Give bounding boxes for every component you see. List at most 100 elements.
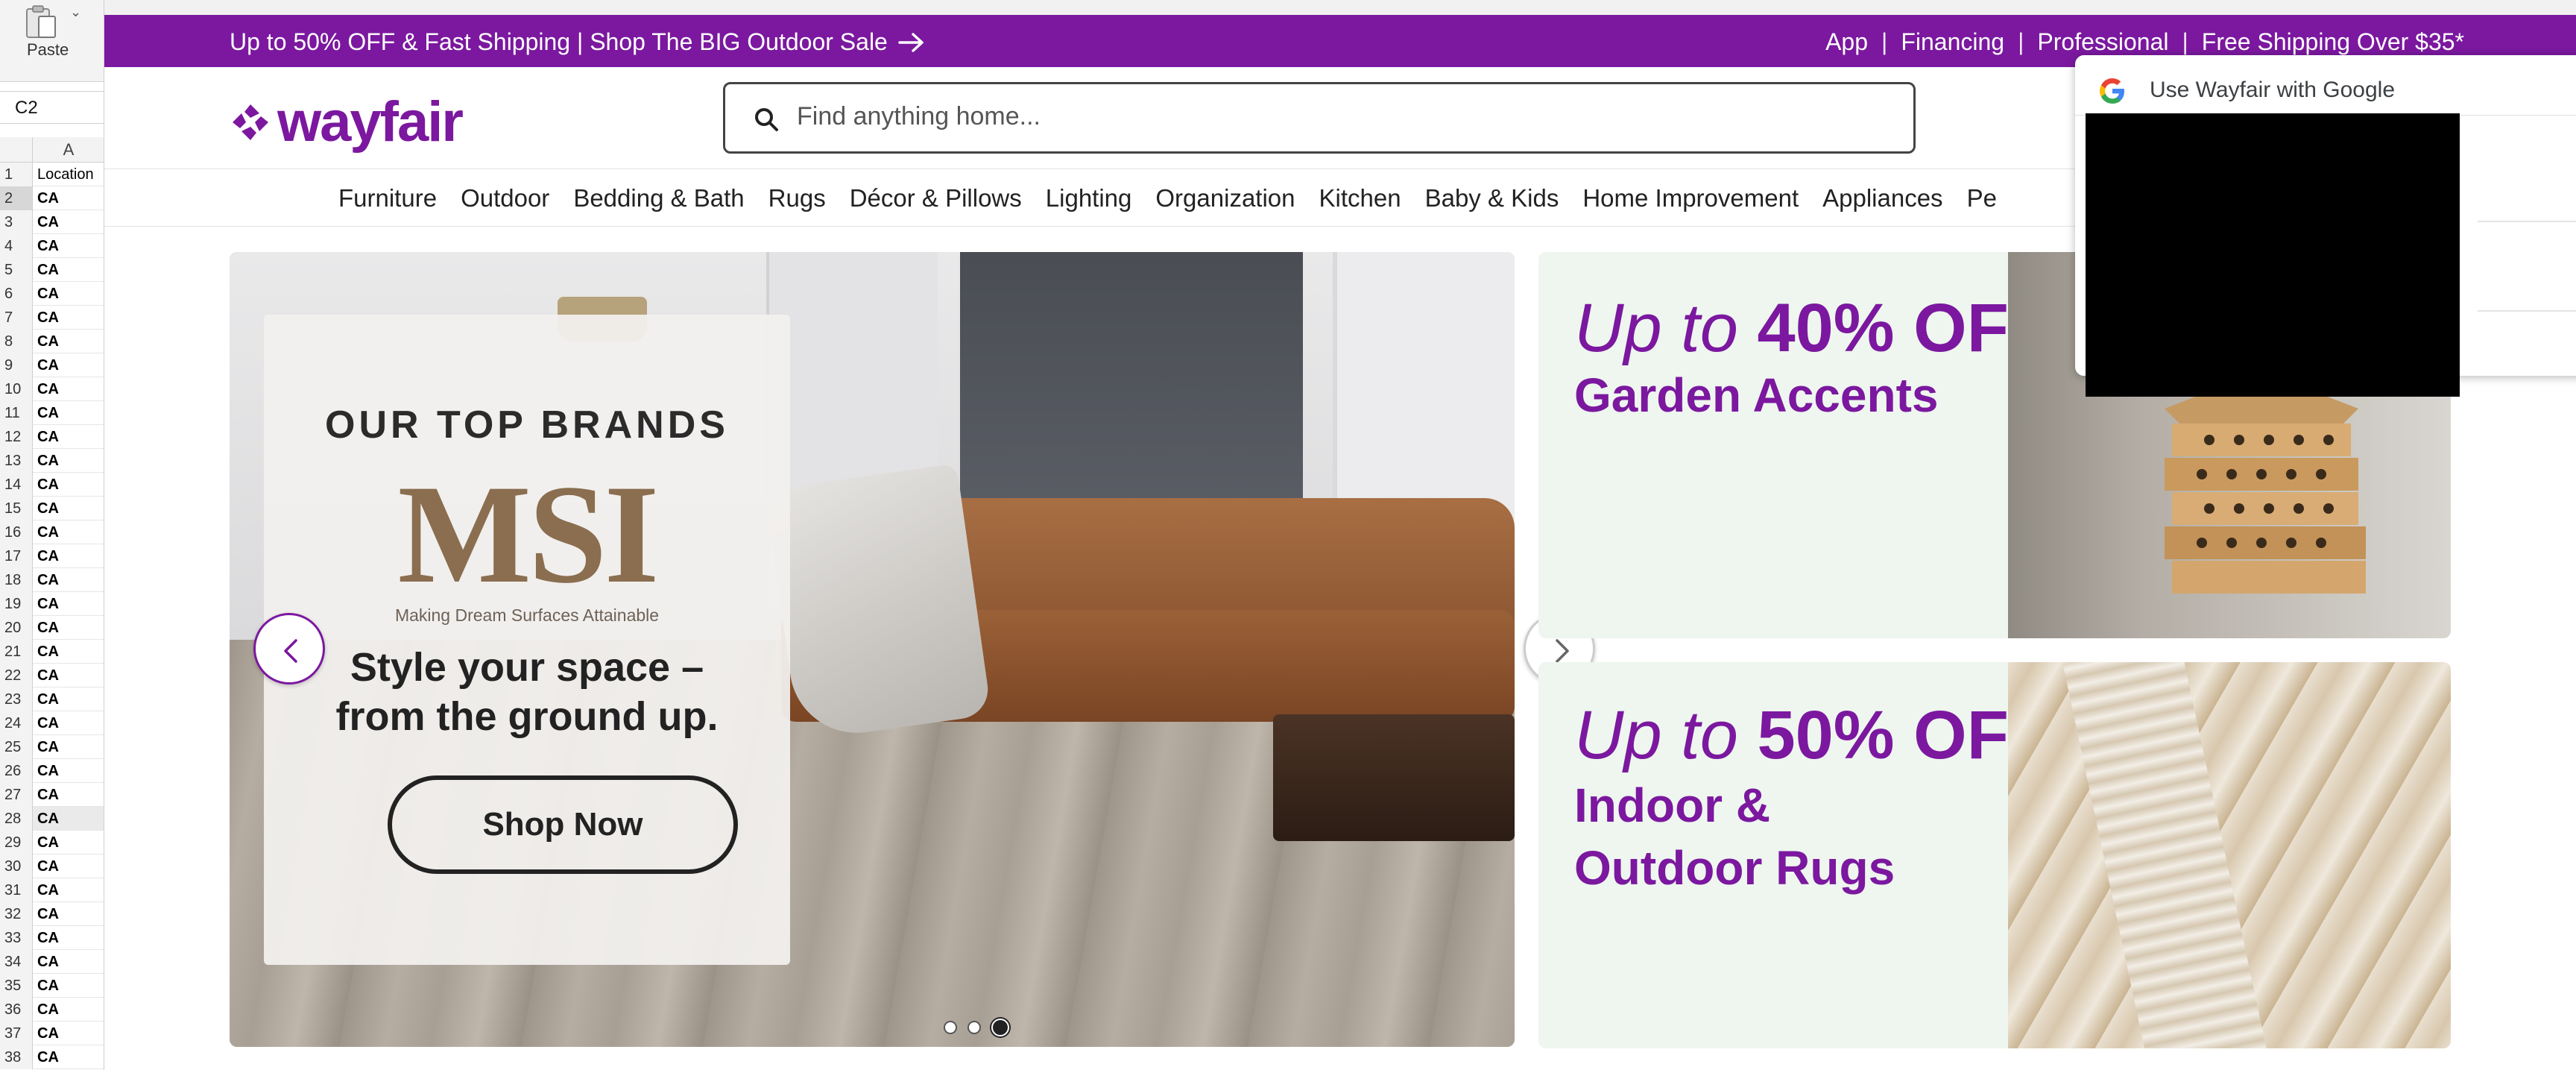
table-row[interactable]: 12 CA xyxy=(0,425,104,449)
row-number[interactable]: 8 xyxy=(0,330,33,353)
row-number[interactable]: 4 xyxy=(0,234,33,258)
cell-value[interactable]: CA xyxy=(37,855,59,878)
row-number[interactable]: 17 xyxy=(0,544,33,568)
row-number[interactable]: 28 xyxy=(0,807,33,831)
nav-item-home-improvement[interactable]: Home Improvement xyxy=(1582,184,1799,213)
column-header-a[interactable]: A xyxy=(33,140,104,160)
cell-value[interactable]: CA xyxy=(37,353,59,377)
table-row[interactable]: 15 CA xyxy=(0,497,104,520)
promo-link-free-shipping[interactable]: Free Shipping Over $35* xyxy=(2202,28,2464,56)
row-number[interactable]: 36 xyxy=(0,998,33,1022)
cell-value[interactable]: CA xyxy=(37,234,59,258)
nav-item-baby-kids[interactable]: Baby & Kids xyxy=(1425,184,1559,213)
table-row[interactable]: 29 CA xyxy=(0,831,104,855)
cell-value[interactable]: CA xyxy=(37,926,59,950)
table-row[interactable]: 13 CA xyxy=(0,449,104,473)
nav-item-pe[interactable]: Pe xyxy=(1967,184,1997,213)
cell-value[interactable]: CA xyxy=(37,616,59,640)
nav-item-kitchen[interactable]: Kitchen xyxy=(1319,184,1401,213)
table-row[interactable]: 2 CA xyxy=(0,186,104,210)
cell-value[interactable]: CA xyxy=(37,425,59,449)
table-row[interactable]: 37 CA xyxy=(0,1022,104,1045)
table-row[interactable]: 32 CA xyxy=(0,902,104,926)
cell-value[interactable]: CA xyxy=(37,497,59,520)
table-row[interactable]: 19 CA xyxy=(0,592,104,616)
row-number[interactable]: 24 xyxy=(0,711,33,735)
row-number[interactable]: 26 xyxy=(0,759,33,783)
row-number[interactable]: 14 xyxy=(0,473,33,497)
promo-banner-text[interactable]: Up to 50% OFF & Fast Shipping | Shop The… xyxy=(230,28,888,56)
table-row[interactable]: 24 CA xyxy=(0,711,104,735)
chevron-down-icon[interactable]: ⌄ xyxy=(70,4,81,20)
row-number[interactable]: 29 xyxy=(0,831,33,855)
nav-item-furniture[interactable]: Furniture xyxy=(338,184,437,213)
promo-banner-text-wrap[interactable]: Up to 50% OFF & Fast Shipping | Shop The… xyxy=(230,28,925,56)
nav-item-appliances[interactable]: Appliances xyxy=(1822,184,1942,213)
row-number[interactable]: 3 xyxy=(0,210,33,234)
table-row[interactable]: 36 CA xyxy=(0,998,104,1022)
table-row[interactable]: 20 CA xyxy=(0,616,104,640)
promo-link-app[interactable]: App xyxy=(1825,28,1868,56)
cell-value[interactable]: CA xyxy=(37,664,59,687)
paste-label[interactable]: Paste xyxy=(27,40,69,60)
row-number[interactable]: 37 xyxy=(0,1022,33,1045)
nav-item-organization[interactable]: Organization xyxy=(1155,184,1295,213)
row-number[interactable]: 5 xyxy=(0,258,33,282)
table-row[interactable]: 38 CA xyxy=(0,1045,104,1069)
cell-value[interactable]: CA xyxy=(37,974,59,998)
redacted-account-list[interactable] xyxy=(2086,113,2460,397)
cell-value[interactable]: CA xyxy=(37,449,59,473)
row-number[interactable]: 15 xyxy=(0,497,33,520)
row-number[interactable]: 2 xyxy=(0,186,33,210)
table-row[interactable]: 23 CA xyxy=(0,687,104,711)
name-box[interactable]: C2 xyxy=(0,91,104,124)
nav-item-d-cor-pillows[interactable]: Décor & Pillows xyxy=(850,184,1022,213)
cell-value[interactable]: CA xyxy=(37,544,59,568)
row-number[interactable]: 38 xyxy=(0,1045,33,1069)
table-row[interactable]: 28 CA xyxy=(0,807,104,831)
hero-carousel[interactable]: OUR TOP BRANDS MSI Making Dream Surfaces… xyxy=(230,252,1515,1047)
row-number[interactable]: 33 xyxy=(0,926,33,950)
table-row[interactable]: 1 Location xyxy=(0,163,104,186)
row-number[interactable]: 10 xyxy=(0,377,33,401)
row-number[interactable]: 9 xyxy=(0,353,33,377)
row-number[interactable]: 16 xyxy=(0,520,33,544)
table-row[interactable]: 5 CA xyxy=(0,258,104,282)
cell-value[interactable]: CA xyxy=(37,759,59,783)
nav-item-outdoor[interactable]: Outdoor xyxy=(461,184,549,213)
row-number[interactable]: 6 xyxy=(0,282,33,306)
cell-value[interactable]: CA xyxy=(37,902,59,926)
promo-tile-rugs[interactable]: Up to 50% OFF Indoor & Outdoor Rugs xyxy=(1538,662,2451,1048)
table-row[interactable]: 21 CA xyxy=(0,640,104,664)
row-number[interactable]: 21 xyxy=(0,640,33,664)
cell-value[interactable]: CA xyxy=(37,1045,59,1069)
table-row[interactable]: 33 CA xyxy=(0,926,104,950)
cell-value[interactable]: CA xyxy=(37,282,59,306)
cell-value[interactable]: CA xyxy=(37,878,59,902)
table-row[interactable]: 31 CA xyxy=(0,878,104,902)
table-row[interactable]: 16 CA xyxy=(0,520,104,544)
carousel-dot[interactable] xyxy=(967,1021,981,1034)
table-row[interactable]: 30 CA xyxy=(0,855,104,878)
row-number[interactable]: 25 xyxy=(0,735,33,759)
table-row[interactable]: 9 CA xyxy=(0,353,104,377)
wayfair-logo[interactable]: wayfair xyxy=(230,89,464,154)
promo-link-professional[interactable]: Professional xyxy=(2037,28,2168,56)
cell-value[interactable]: CA xyxy=(37,377,59,401)
cell-value[interactable]: CA xyxy=(37,831,59,855)
row-number[interactable]: 34 xyxy=(0,950,33,974)
cell-value[interactable]: CA xyxy=(37,640,59,664)
table-row[interactable]: 7 CA xyxy=(0,306,104,330)
row-number[interactable]: 32 xyxy=(0,902,33,926)
cell-value[interactable]: CA xyxy=(37,186,59,210)
cell-value[interactable]: CA xyxy=(37,711,59,735)
table-row[interactable]: 35 CA xyxy=(0,974,104,998)
table-row[interactable]: 18 CA xyxy=(0,568,104,592)
paste-icon[interactable] xyxy=(22,4,60,40)
cell-value[interactable]: CA xyxy=(37,998,59,1022)
promo-link-financing[interactable]: Financing xyxy=(1901,28,2004,56)
cell-value[interactable]: CA xyxy=(37,783,59,807)
carousel-prev-button[interactable] xyxy=(253,613,325,685)
nav-item-bedding-bath[interactable]: Bedding & Bath xyxy=(573,184,744,213)
cell-value[interactable]: CA xyxy=(37,258,59,282)
